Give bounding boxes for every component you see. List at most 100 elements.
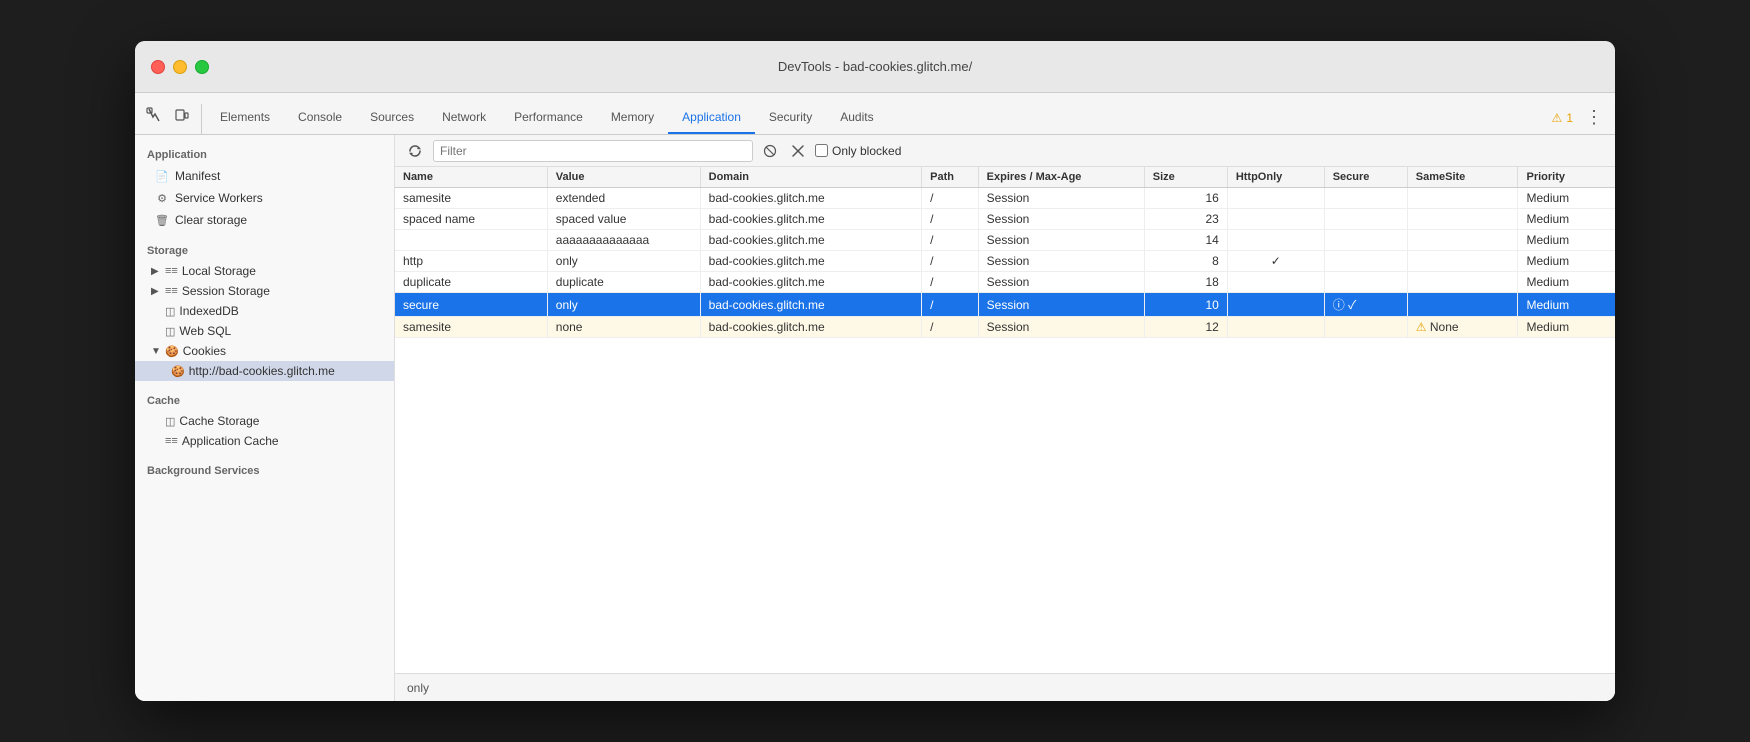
traffic-lights [151,60,209,74]
table-cell [1227,317,1324,338]
sidebar-item-session-storage[interactable]: ≡≡ Session Storage [135,281,394,301]
sidebar: Application 📄 Manifest ⚙ Service Workers… [135,135,395,701]
table-cell: Medium [1518,251,1615,272]
col-secure[interactable]: Secure [1324,167,1407,188]
more-button[interactable]: ⋮ [1581,107,1607,128]
table-row[interactable]: httponlybad-cookies.glitch.me/Session8✓M… [395,251,1615,272]
only-blocked-checkbox[interactable] [815,144,828,157]
table-cell [1227,272,1324,293]
col-httponly[interactable]: HttpOnly [1227,167,1324,188]
table-cell: Medium [1518,209,1615,230]
table-cell: / [922,251,979,272]
sidebar-item-indexeddb[interactable]: ◫ IndexedDB [135,301,394,321]
table-cell: secure [395,293,547,317]
toolbar: Only blocked [395,135,1615,167]
only-blocked-label[interactable]: Only blocked [815,144,901,158]
col-expires[interactable]: Expires / Max-Age [978,167,1144,188]
table-row[interactable]: samesiteextendedbad-cookies.glitch.me/Se… [395,188,1615,209]
col-name[interactable]: Name [395,167,547,188]
close-button[interactable] [151,60,165,74]
table-cell [1324,272,1407,293]
application-cache-label: Application Cache [182,434,279,448]
maximize-button[interactable] [195,60,209,74]
sidebar-item-web-sql[interactable]: ◫ Web SQL [135,321,394,341]
table-cell: Session [978,272,1144,293]
window-title: DevTools - bad-cookies.glitch.me/ [778,59,972,74]
col-priority[interactable]: Priority [1518,167,1615,188]
col-path[interactable]: Path [922,167,979,188]
table-cell: Medium [1518,188,1615,209]
table-cell: bad-cookies.glitch.me [700,230,921,251]
cookies-arrow [151,346,161,357]
tab-performance[interactable]: Performance [500,102,597,134]
table-cell: none [547,317,700,338]
minimize-button[interactable] [173,60,187,74]
table-cell: duplicate [395,272,547,293]
web-sql-label: Web SQL [179,324,231,338]
manifest-icon: 📄 [155,170,169,183]
col-size[interactable]: Size [1144,167,1227,188]
tab-security[interactable]: Security [755,102,826,134]
table-cell: bad-cookies.glitch.me [700,251,921,272]
table-cell: Medium [1518,317,1615,338]
only-blocked-text: Only blocked [832,144,901,158]
sidebar-item-cookies[interactable]: 🍪 Cookies [135,341,394,361]
table-row[interactable]: aaaaaaaaaaaaaabad-cookies.glitch.me/Sess… [395,230,1615,251]
sidebar-item-cookie-url[interactable]: 🍪 http://bad-cookies.glitch.me [135,361,394,381]
service-workers-label: Service Workers [175,191,263,205]
tab-elements[interactable]: Elements [206,102,284,134]
cookie-url-icon: 🍪 [171,365,185,378]
tabbar-right: ⚠ 1 ⋮ [1552,107,1607,134]
tab-audits[interactable]: Audits [826,102,887,134]
table-cell: 18 [1144,272,1227,293]
filter-input[interactable] [433,140,753,162]
sidebar-section-storage: Storage [135,239,394,261]
table-cell: ⓘ ✓ [1324,293,1407,317]
cache-storage-icon: ◫ [165,415,175,428]
bottom-value: only [407,681,429,695]
col-domain[interactable]: Domain [700,167,921,188]
table-cell [1227,188,1324,209]
col-value[interactable]: Value [547,167,700,188]
table-cell [1324,317,1407,338]
manifest-label: Manifest [175,169,220,183]
cookies-table: Name Value Domain Path Expires / Max-Age… [395,167,1615,338]
refresh-button[interactable] [403,139,427,163]
table-row[interactable]: spaced namespaced valuebad-cookies.glitc… [395,209,1615,230]
device-icon[interactable] [171,104,193,126]
tab-sources[interactable]: Sources [356,102,428,134]
tab-application[interactable]: Application [668,102,755,134]
inspect-icon[interactable] [143,104,165,126]
table-cell: 23 [1144,209,1227,230]
sidebar-item-cache-storage[interactable]: ◫ Cache Storage [135,411,394,431]
tab-network[interactable]: Network [428,102,500,134]
sidebar-item-manifest[interactable]: 📄 Manifest [135,165,394,187]
content-area: Only blocked Name Value Domain Path Expi… [395,135,1615,701]
table-cell: only [547,293,700,317]
table-cell: aaaaaaaaaaaaaa [547,230,700,251]
table-cell: 12 [1144,317,1227,338]
block-icon[interactable] [759,140,781,162]
bottom-bar: only [395,673,1615,701]
table-row[interactable]: duplicateduplicatebad-cookies.glitch.me/… [395,272,1615,293]
titlebar: DevTools - bad-cookies.glitch.me/ [135,41,1615,93]
tab-memory[interactable]: Memory [597,102,668,134]
sidebar-section-cache: Cache [135,389,394,411]
table-cell [1324,230,1407,251]
col-samesite[interactable]: SameSite [1407,167,1518,188]
table-row[interactable]: secureonlybad-cookies.glitch.me/Session1… [395,293,1615,317]
session-storage-label: Session Storage [182,284,270,298]
warning-icon: ⚠ [1552,111,1563,125]
sidebar-item-application-cache[interactable]: ≡≡ Application Cache [135,431,394,451]
table-cell [1324,251,1407,272]
sidebar-item-clear-storage[interactable]: 🗑 Clear storage [135,209,394,231]
tab-console[interactable]: Console [284,102,356,134]
warning-badge[interactable]: ⚠ 1 [1552,111,1573,125]
table-row[interactable]: samesitenonebad-cookies.glitch.me/Sessio… [395,317,1615,338]
table-cell: ✓ [1227,251,1324,272]
clear-icon[interactable] [787,140,809,162]
table-cell [1407,188,1518,209]
sidebar-item-service-workers[interactable]: ⚙ Service Workers [135,187,394,209]
sidebar-item-local-storage[interactable]: ≡≡ Local Storage [135,261,394,281]
table-cell: Medium [1518,272,1615,293]
